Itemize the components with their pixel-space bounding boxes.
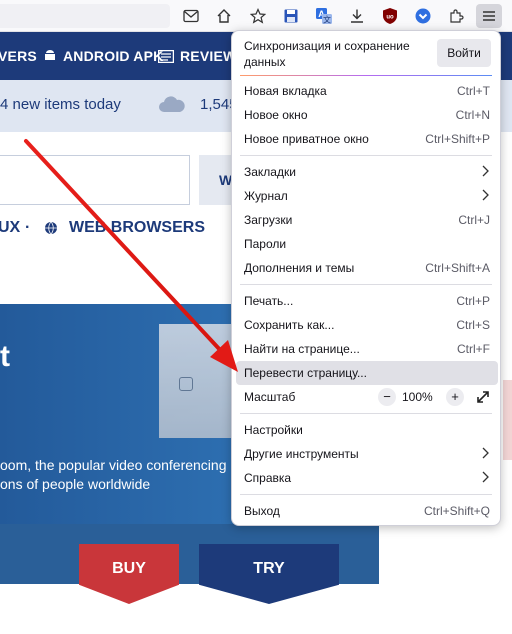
fullscreen-icon[interactable]: [474, 388, 492, 406]
pocket-icon[interactable]: [410, 4, 436, 28]
hero-title: t: [0, 340, 10, 373]
url-bar[interactable]: [0, 4, 170, 28]
menu-item-exit[interactable]: Выход Ctrl+Shift+Q: [236, 499, 498, 523]
cloud-icon: [159, 96, 185, 112]
menu-separator: [240, 284, 492, 285]
menu-item-new-window[interactable]: Новое окно Ctrl+N: [236, 103, 498, 127]
browser-toolbar: A文 uo: [0, 0, 512, 32]
menu-item-zoom: Масштаб − 100% +: [236, 385, 498, 409]
ublock-icon[interactable]: uo: [377, 4, 403, 28]
menu-item-label: Другие инструменты: [244, 447, 359, 461]
menu-item-label: Найти на странице...: [244, 342, 360, 356]
zoom-level[interactable]: 100%: [402, 390, 433, 404]
menu-item-label: Новое приватное окно: [244, 132, 369, 146]
menu-item-label: Журнал: [244, 189, 288, 203]
feedback-side-tab[interactable]: [503, 380, 512, 460]
category-linux[interactable]: UX: [0, 219, 20, 237]
chevron-right-icon: [482, 165, 489, 177]
nav-label: ANDROID APK: [63, 48, 164, 64]
menu-item-shortcut: Ctrl+T: [457, 84, 490, 98]
menu-item-settings[interactable]: Настройки: [236, 418, 498, 442]
menu-item-label: Дополнения и темы: [244, 261, 355, 275]
zoom-out-button[interactable]: −: [378, 388, 396, 406]
site-search-input[interactable]: [0, 155, 190, 205]
category-web-browsers[interactable]: WEB BROWSERS: [69, 219, 205, 237]
menu-item-history[interactable]: Журнал: [236, 184, 498, 208]
menu-item-shortcut: Ctrl+S: [456, 318, 490, 332]
chevron-right-icon: [482, 471, 489, 483]
sync-text: Синхронизация и сохранение данных: [244, 39, 410, 69]
menu-item-label: Закладки: [244, 165, 296, 179]
chevron-right-icon: [482, 447, 489, 459]
zoom-in-button[interactable]: +: [446, 388, 464, 406]
menu-separator: [240, 494, 492, 495]
menu-separator: [240, 155, 492, 156]
menu-item-label: Настройки: [244, 423, 303, 437]
menu-item-save-as[interactable]: Сохранить как... Ctrl+S: [236, 313, 498, 337]
extensions-icon[interactable]: [443, 4, 469, 28]
home-icon[interactable]: [211, 4, 237, 28]
save-page-icon[interactable]: [278, 4, 304, 28]
category-separator: ·: [25, 219, 31, 236]
svg-text:uo: uo: [386, 15, 394, 21]
menu-item-label: Сохранить как...: [244, 318, 335, 332]
menu-item-shortcut: Ctrl+Shift+Q: [423, 504, 490, 518]
menu-item-translate[interactable]: Перевести страницу...: [236, 361, 498, 385]
menu-item-new-tab[interactable]: Новая вкладка Ctrl+T: [236, 79, 498, 103]
menu-separator: [240, 75, 492, 76]
menu-separator: [240, 413, 492, 414]
nav-item-android-apk[interactable]: ANDROID APK: [43, 48, 163, 64]
hero-description: oom, the popular video conferencing ons …: [0, 456, 226, 494]
menu-item-shortcut: Ctrl+Shift+P: [425, 132, 490, 146]
menu-item-print[interactable]: Печать... Ctrl+P: [236, 289, 498, 313]
menu-item-shortcut: Ctrl+Shift+A: [425, 261, 490, 275]
menu-item-shortcut: Ctrl+P: [456, 294, 490, 308]
new-items-text: 4 new items today: [0, 96, 121, 113]
menu-item-shortcut: Ctrl+N: [455, 108, 490, 122]
signin-button[interactable]: Войти: [437, 39, 491, 67]
menu-item-label: Масштаб: [244, 390, 296, 404]
menu-item-label: Пароли: [244, 237, 287, 251]
mail-icon[interactable]: [178, 4, 204, 28]
menu-item-label: Новая вкладка: [244, 84, 327, 98]
menu-item-label: Печать...: [244, 294, 294, 308]
menu-item-label: Перевести страницу...: [244, 366, 367, 380]
android-icon: [45, 50, 55, 60]
plus-icon: [179, 377, 193, 391]
menu-item-more-tools[interactable]: Другие инструменты: [236, 442, 498, 466]
svg-text:文: 文: [323, 15, 331, 25]
menu-item-label: Новое окно: [244, 108, 308, 122]
menu-item-shortcut: Ctrl+J: [458, 213, 490, 227]
translate-icon[interactable]: A文: [311, 4, 337, 28]
downloads-icon[interactable]: [344, 4, 370, 28]
menu-item-help[interactable]: Справка: [236, 466, 498, 490]
menu-item-bookmarks[interactable]: Закладки: [236, 160, 498, 184]
chevron-right-icon: [482, 189, 489, 201]
app-menu-panel: Синхронизация и сохранение данных Войти …: [231, 30, 501, 526]
globe-icon: [44, 221, 58, 240]
hero-desc-line1: oom, the popular video conferencing: [0, 457, 227, 473]
menu-item-private-window[interactable]: Новое приватное окно Ctrl+Shift+P: [236, 127, 498, 151]
try-button[interactable]: TRY: [199, 544, 339, 604]
menu-item-shortcut: Ctrl+F: [457, 342, 490, 356]
menu-item-find[interactable]: Найти на странице... Ctrl+F: [236, 337, 498, 361]
menu-item-label: Справка: [244, 471, 292, 485]
menu-item-label: Выход: [244, 504, 280, 518]
screenshot-root: A文 uo VERS ANDROID APK REVIEWS 4 new ite: [0, 0, 512, 634]
nav-item-browsers[interactable]: VERS: [0, 48, 37, 64]
nav-label: VERS: [0, 48, 37, 64]
menu-icon[interactable]: [476, 4, 502, 28]
reviews-icon: [158, 49, 174, 63]
menu-item-label: Загрузки: [244, 213, 293, 227]
menu-item-addons[interactable]: Дополнения и темы Ctrl+Shift+A: [236, 256, 498, 280]
star-bookmark-icon[interactable]: [245, 4, 271, 28]
menu-item-downloads[interactable]: Загрузки Ctrl+J: [236, 208, 498, 232]
menu-item-passwords[interactable]: Пароли: [236, 232, 498, 256]
hero-desc-line2: ons of people worldwide: [0, 476, 151, 492]
buy-button[interactable]: BUY: [79, 544, 179, 604]
